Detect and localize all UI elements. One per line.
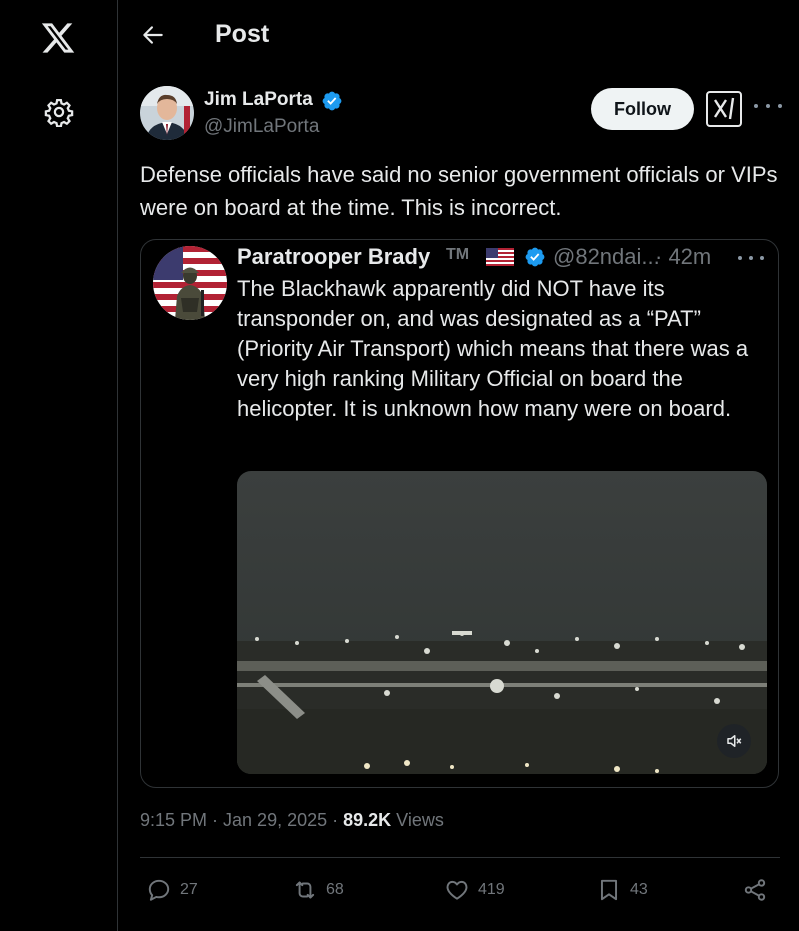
x-logo-icon[interactable] (40, 20, 76, 56)
author-handle[interactable]: @JimLaPorta (204, 116, 319, 138)
like-button[interactable]: 419 (444, 870, 505, 910)
avatar[interactable] (140, 86, 194, 140)
heart-icon (446, 880, 468, 900)
repost-count: 68 (326, 881, 344, 898)
quoted-post-text: The Blackhawk apparently did NOT have it… (237, 276, 749, 421)
bookmark-count: 43 (630, 881, 648, 898)
quoted-avatar[interactable] (153, 246, 227, 320)
post-text: Defense officials have said no senior go… (140, 162, 778, 220)
action-bar: 27 68 419 43 (118, 870, 799, 910)
share-icon (744, 879, 766, 901)
author-name[interactable]: Jim LaPorta (204, 89, 313, 111)
reply-icon (148, 879, 170, 901)
grok-icon[interactable] (705, 90, 743, 128)
share-button[interactable] (742, 870, 768, 910)
verified-badge-icon (321, 90, 343, 112)
page-title: Post (215, 20, 270, 48)
reply-button[interactable]: 27 (146, 870, 198, 910)
quoted-tm-mark: TM (446, 246, 470, 263)
us-flag-icon (486, 248, 514, 266)
bookmark-icon (600, 879, 618, 901)
views-count: 89.2K (343, 810, 392, 830)
like-count: 419 (478, 881, 505, 898)
repost-icon (295, 881, 315, 899)
more-dots-icon[interactable] (754, 96, 782, 116)
back-arrow-icon[interactable] (140, 22, 166, 48)
page-header: Post (118, 0, 799, 70)
gear-icon[interactable] (44, 97, 74, 128)
video-player[interactable] (237, 471, 767, 774)
quoted-post[interactable]: Paratrooper Brady TM @82ndai... · 42m Th… (140, 239, 779, 788)
divider (140, 857, 780, 858)
views-label: Views (391, 810, 444, 830)
repost-button[interactable]: 68 (292, 870, 344, 910)
quoted-author-handle[interactable]: @82ndai... (553, 244, 660, 270)
main-column: Post Jim LaPorta @JimLaPorta Follow Defe… (118, 0, 799, 931)
verified-badge-icon (524, 246, 546, 268)
post-meta: 9:15 PM · Jan 29, 2025 · 89.2K Views (140, 810, 444, 831)
mute-icon[interactable] (717, 724, 751, 758)
quoted-timestamp[interactable]: · 42m (655, 244, 711, 270)
post-timestamp[interactable]: 9:15 PM · Jan 29, 2025 · (140, 810, 343, 830)
left-nav-rail (0, 0, 118, 931)
quoted-author-name[interactable]: Paratrooper Brady (237, 244, 430, 270)
follow-button[interactable]: Follow (591, 88, 694, 130)
more-dots-icon[interactable] (738, 256, 764, 262)
bookmark-button[interactable]: 43 (596, 870, 648, 910)
reply-count: 27 (180, 881, 198, 898)
